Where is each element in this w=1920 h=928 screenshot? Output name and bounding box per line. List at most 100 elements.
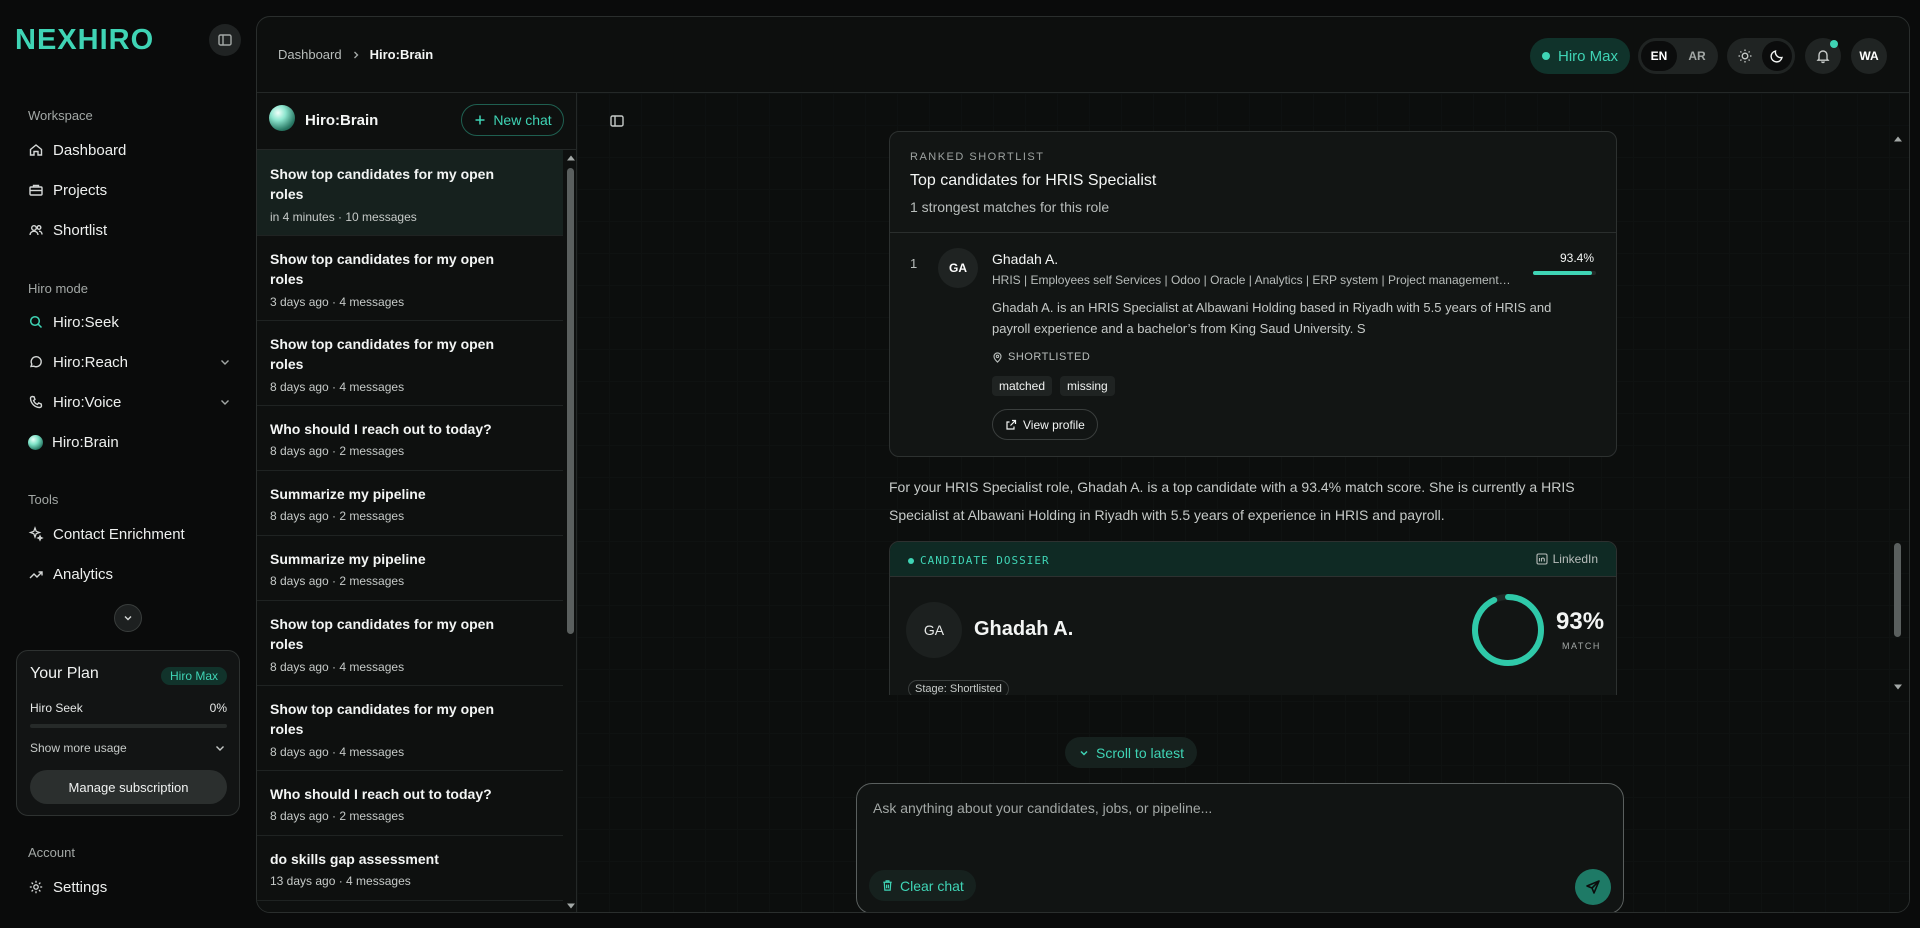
notifications-button[interactable]	[1805, 38, 1841, 74]
theme-switch	[1727, 38, 1795, 74]
chat-input[interactable]	[873, 796, 1593, 820]
chat-item-meta: 8 days ago · 4 messages	[270, 380, 405, 394]
chip-matched[interactable]: matched	[992, 376, 1053, 396]
breadcrumb-current: Hiro:Brain	[369, 47, 434, 62]
section-label-tools: Tools	[28, 492, 59, 507]
mode-badge[interactable]: Hiro Max	[1530, 38, 1631, 74]
panel-left-icon	[218, 34, 232, 46]
ranked-shortlist-card: RANKED SHORTLIST Top candidates for HRIS…	[889, 131, 1617, 457]
status-dot	[1542, 52, 1550, 60]
app-root: NEXHIRO Workspace Dashboard Projects Sho…	[0, 0, 1920, 928]
sidebar-item-projects[interactable]: Projects	[28, 174, 232, 206]
scroll-up-arrow-icon	[1894, 136, 1902, 142]
sidebar-item-hiro-brain[interactable]: Hiro:Brain	[28, 426, 232, 458]
chat-item-title: Show top candidates for my open roles	[270, 701, 495, 737]
sidebar-item-hiro-seek[interactable]: Hiro:Seek	[28, 306, 232, 338]
dossier-label: CANDIDATE DOSSIER	[908, 554, 1050, 567]
sidebar-scroll-more-button[interactable]	[114, 604, 142, 632]
match-score: 93.4%	[1559, 251, 1594, 265]
chat-history-item[interactable]: Who should I reach out to today? 8 days …	[257, 406, 563, 471]
toggle-history-button[interactable]	[609, 113, 625, 129]
send-button[interactable]	[1575, 869, 1611, 905]
message-scrollbar[interactable]	[1891, 133, 1903, 693]
scrollbar-thumb[interactable]	[567, 168, 574, 634]
sidebar-item-settings[interactable]: Settings	[28, 871, 232, 903]
plan-usage-value: 0%	[209, 701, 227, 715]
dossier-match-label: MATCH	[1562, 641, 1601, 651]
chat-item-title: Who should I reach out to today?	[270, 786, 492, 802]
chat-item-meta: 13 days ago · 4 messages	[270, 874, 411, 888]
card-label: RANKED SHORTLIST	[910, 151, 1045, 163]
chat-item-title: do skills gap assessment	[270, 851, 439, 867]
chat-history-title: Hiro:Brain	[305, 112, 379, 129]
sidebar-item-label: Hiro:Voice	[53, 393, 122, 411]
chat-item-meta: 8 days ago · 4 messages	[270, 660, 405, 674]
sidebar-item-hiro-voice[interactable]: Hiro:Voice	[28, 386, 232, 418]
trash-icon	[883, 880, 892, 891]
chat-history-item[interactable]: do skills gap assessment 13 days ago · 4…	[257, 836, 563, 901]
light-theme-button[interactable]	[1730, 41, 1760, 71]
users-icon	[29, 225, 43, 236]
sidebar-item-hiro-reach[interactable]: Hiro:Reach	[28, 346, 232, 378]
new-chat-button[interactable]: New chat	[461, 104, 564, 136]
sidebar: NEXHIRO Workspace Dashboard Projects Sho…	[0, 0, 256, 928]
scroll-to-latest-label: Scroll to latest	[1096, 744, 1184, 761]
brain-orb-icon	[269, 105, 295, 131]
candidate-name: Ghadah A.	[992, 251, 1059, 267]
chat-item-title: Show top candidates for my open roles	[270, 251, 495, 287]
chip-missing[interactable]: missing	[1060, 376, 1115, 396]
brain-orb-icon	[28, 434, 43, 450]
plan-badge: Hiro Max	[160, 667, 227, 685]
candidate-stage: SHORTLISTED	[992, 351, 1090, 363]
dossier-match-percent: 93%	[1556, 608, 1605, 635]
home-icon	[29, 144, 43, 156]
sun-icon	[1738, 49, 1752, 63]
chat-history-item[interactable]: Summarize my pipeline 8 days ago · 2 mes…	[257, 536, 563, 601]
briefcase-icon	[29, 184, 43, 196]
message-scroll-area: RANKED SHORTLIST Top candidates for HRIS…	[889, 123, 1619, 695]
show-more-usage-button[interactable]: Show more usage	[30, 741, 227, 755]
section-label-hiro-mode: Hiro mode	[28, 281, 88, 296]
sidebar-toggle-button[interactable]	[209, 24, 241, 56]
chat-item-meta: 8 days ago · 2 messages	[270, 509, 405, 523]
scrollbar-thumb[interactable]	[1894, 543, 1901, 637]
sidebar-item-contact-enrichment[interactable]: Contact Enrichment	[28, 518, 232, 550]
chat-item-meta: 3 days ago · 4 messages	[270, 295, 405, 309]
chat-history-item[interactable]: Show top candidates for my open roles 8 …	[257, 601, 563, 686]
message-composer: Clear chat	[856, 783, 1624, 912]
view-profile-button[interactable]: View profile	[992, 409, 1098, 440]
scroll-down-arrow-icon	[1894, 684, 1902, 690]
dark-theme-button[interactable]	[1762, 41, 1792, 71]
lang-en-button[interactable]: EN	[1641, 41, 1677, 71]
chat-history-item[interactable]: Show top candidates for my open roles 8 …	[257, 321, 563, 406]
sidebar-item-analytics[interactable]: Analytics	[28, 558, 232, 590]
show-more-usage-label: Show more usage	[30, 741, 127, 755]
scroll-to-latest-button[interactable]: Scroll to latest	[1065, 737, 1197, 768]
sidebar-item-shortlist[interactable]: Shortlist	[28, 214, 232, 246]
sidebar-item-dashboard[interactable]: Dashboard	[28, 134, 232, 166]
search-icon	[29, 315, 43, 329]
chat-history-item[interactable]: Who should I reach out to today? 8 days …	[257, 771, 563, 836]
chat-area: RANKED SHORTLIST Top candidates for HRIS…	[577, 93, 1909, 912]
chat-history-item[interactable]: Show top candidates for my open roles 8 …	[257, 686, 563, 771]
sidebar-item-label: Dashboard	[53, 141, 127, 159]
lang-ar-button[interactable]: AR	[1679, 41, 1715, 71]
chat-item-meta: 8 days ago · 2 messages	[270, 574, 405, 588]
map-pin-icon	[993, 351, 1002, 363]
sidebar-item-label: Settings	[53, 878, 108, 896]
clear-chat-button[interactable]: Clear chat	[869, 870, 976, 901]
manage-subscription-button[interactable]: Manage subscription	[30, 770, 227, 804]
chat-history-item[interactable]: Show top candidates for my open roles in…	[257, 150, 563, 236]
plan-usage-label: Hiro Seek	[30, 701, 83, 715]
dossier-stage: Stage: Shortlisted	[908, 680, 1009, 695]
main-frame: Dashboard Hiro:Brain Hiro Max EN AR WA H…	[256, 16, 1910, 913]
user-avatar[interactable]: WA	[1851, 38, 1887, 74]
breadcrumb-link[interactable]: Dashboard	[278, 47, 342, 62]
chat-history-item[interactable]: Summarize my pipeline 8 days ago · 2 mes…	[257, 471, 563, 536]
chat-history-item[interactable]: Show top candidates for my open roles 3 …	[257, 236, 563, 321]
chevron-down-icon	[216, 746, 224, 751]
top-bar: Dashboard Hiro:Brain Hiro Max EN AR WA	[257, 17, 1909, 93]
chat-history-scrollbar[interactable]	[565, 150, 575, 912]
linkedin-link[interactable]: LinkedIn	[1536, 552, 1598, 566]
dossier-name: Ghadah A.	[974, 618, 1074, 640]
